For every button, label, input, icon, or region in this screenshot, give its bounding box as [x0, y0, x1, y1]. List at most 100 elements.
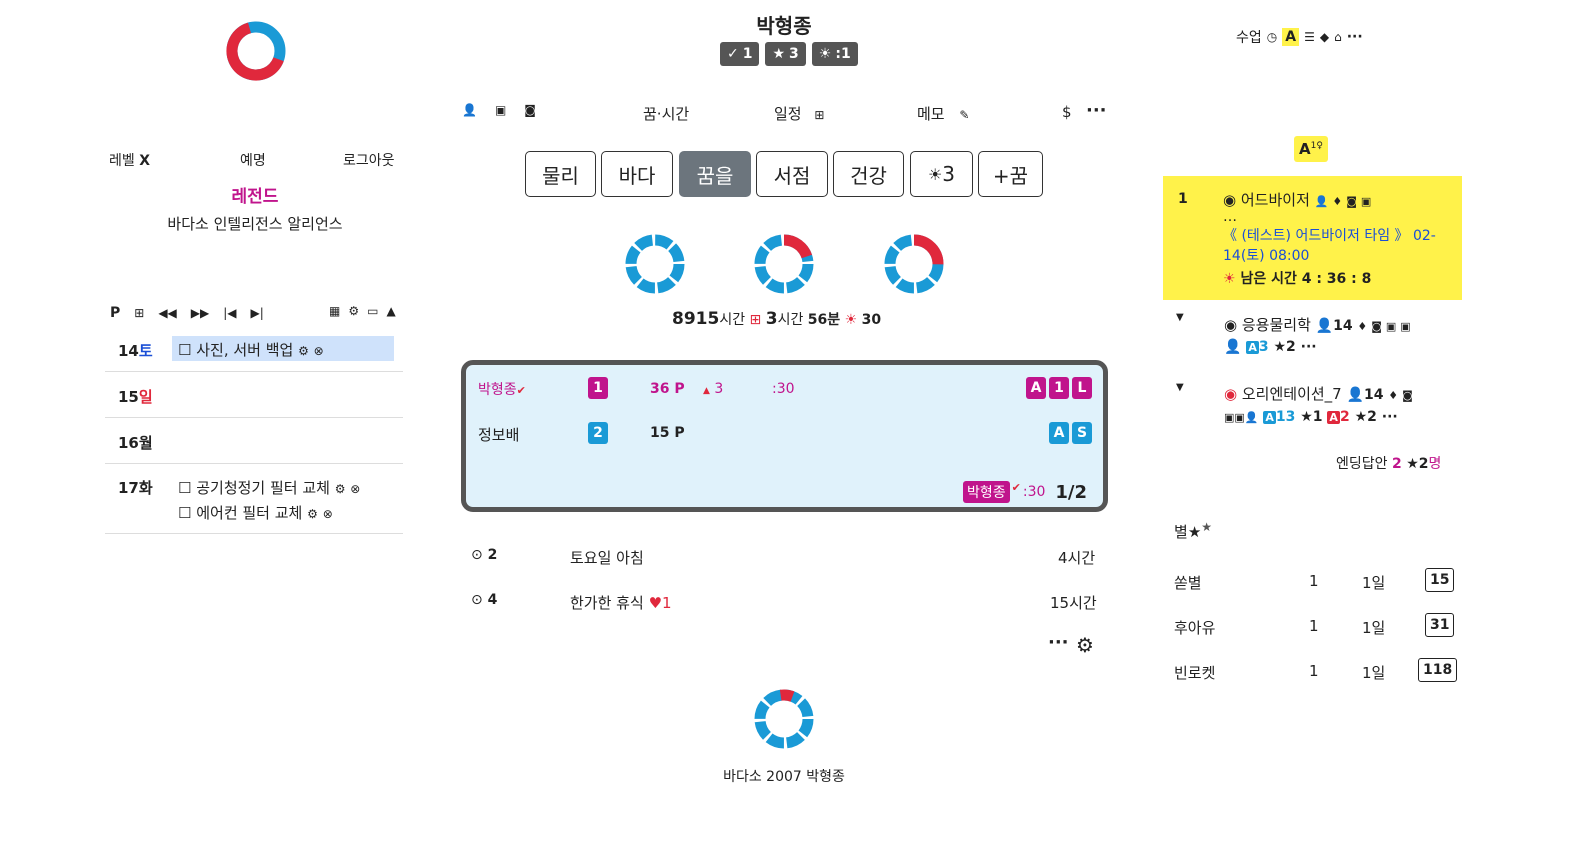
course-icons: ♦◙ — [1388, 389, 1417, 402]
progress-donut — [884, 234, 944, 294]
grade-badge[interactable]: A — [1282, 28, 1300, 46]
people-icon: 👤 — [1346, 387, 1364, 403]
tab-bookstore[interactable]: 서점 — [756, 151, 828, 197]
rank-label: 레전드 — [231, 187, 279, 207]
advisor-card[interactable]: 1 ◉ 어드바이저 👤♦◙▣ … 《 (테스트) 어드바이저 타임 》 02-1… — [1163, 176, 1462, 300]
tab-add-dream[interactable]: +꿈 — [978, 151, 1043, 197]
tag-badge: A — [1026, 377, 1046, 399]
rank-badge: 1 — [588, 377, 608, 399]
ending-answers[interactable]: 엔딩답안 2 ★2명 — [1336, 453, 1441, 473]
a-mini-badge: A — [1263, 411, 1276, 424]
more-button[interactable]: ··· — [1048, 632, 1069, 653]
user-name: 박형종 — [756, 14, 812, 38]
course-stats: ▣▣👤 A 13 ★1 A2 ★2 ··· — [1224, 409, 1398, 425]
course-icons: ♦◙▣▣ — [1357, 320, 1415, 333]
list-item-title[interactable]: 한가한 휴식 ♥1 — [570, 592, 672, 613]
fast-forward-icon[interactable]: ▶▶ — [191, 307, 209, 319]
class-toolbar: 수업 ◷ A ☰ ◆ ⌂ ··· — [1236, 27, 1363, 47]
spark-icon: ☀ — [818, 46, 832, 62]
rank-badge: 2 — [588, 422, 608, 444]
calendar-grid-icon[interactable]: ▦ — [329, 305, 340, 317]
gear-icon: ⚙ — [298, 344, 309, 358]
course-item[interactable]: ◉ 오리엔테이션_7 👤14 ♦◙ — [1224, 383, 1417, 404]
close-icon: ⊗ — [350, 482, 361, 496]
task-item[interactable]: ☐ 공기청정기 필터 교체 ⚙ ⊗ — [178, 477, 360, 498]
person-icon: 👤 — [1224, 339, 1242, 355]
user-badges: ✓ 1 ★ 3 ☀:1 — [720, 42, 858, 66]
star-icon: ★ — [1406, 456, 1419, 472]
footer-text: 바다소 2007 박형종 — [723, 769, 845, 785]
level-label: 레벨 X — [109, 153, 151, 169]
clock-icon[interactable]: ◷ — [1267, 31, 1277, 43]
class-label: 수업 — [1236, 30, 1262, 46]
verified-icon: ✔ — [1011, 480, 1021, 494]
a-mini-badge: A — [1246, 341, 1259, 354]
add-icon[interactable]: ⊞ — [134, 307, 144, 319]
player-name: 박형종✔ — [478, 382, 526, 398]
a-badge[interactable]: A1♀ — [1294, 136, 1328, 162]
tag-group: A S — [1049, 422, 1092, 444]
dream-time-link[interactable]: 꿈·시간 — [643, 103, 689, 124]
stars-title: 별★★ — [1174, 520, 1213, 541]
star-icon: ★ — [1201, 520, 1213, 534]
table-row-name: 빈로켓 — [1174, 664, 1216, 682]
table-row-name: 후아유 — [1174, 619, 1216, 637]
gear-icon[interactable]: ⚙ — [1076, 633, 1094, 657]
count-box: 118 — [1418, 658, 1458, 682]
tab-spark[interactable]: ☀ 3 — [910, 151, 973, 197]
stats-line: 8915시간 ⊞ 3시간 56분 ☀ 30 — [672, 309, 882, 329]
course-item[interactable]: ◉ 응용물리학 👤14 ♦◙▣▣ — [1224, 314, 1415, 335]
schedule-link[interactable]: 일정 ⊞ — [774, 103, 824, 124]
day-17: 17화 — [118, 479, 153, 497]
list-item-title[interactable]: 토요일 아침 — [570, 547, 644, 568]
home-icon[interactable]: ⌂ — [1334, 31, 1342, 43]
add-icon: ⊞ — [814, 108, 825, 122]
list-icon[interactable]: ☰ — [1304, 31, 1315, 43]
collapse-up-icon[interactable]: ▲ — [386, 305, 395, 317]
dollar-link[interactable]: $ — [1062, 103, 1072, 121]
tag-icon[interactable]: ◆ — [1320, 31, 1329, 43]
tab-sea[interactable]: 바다 — [601, 151, 673, 197]
advisor-session: 《 (테스트) 어드바이저 타임 》 02-14(토) 08:00 — [1223, 228, 1436, 264]
footer-donut — [754, 689, 814, 749]
check-icon: ✓ — [727, 46, 739, 62]
more-button[interactable]: ··· — [1347, 29, 1363, 45]
eye-icon: ◉ — [1224, 385, 1238, 403]
people-icon: 👤 — [1315, 318, 1334, 334]
caret-icon[interactable]: ▼ — [1176, 382, 1184, 393]
logout-link[interactable]: 로그아웃 — [343, 150, 395, 170]
gear-icon: ⚙ — [307, 507, 318, 521]
skip-back-icon[interactable]: |◀ — [223, 307, 236, 319]
task-item[interactable]: ☐ 사진, 서버 백업 ⚙ ⊗ — [172, 336, 394, 361]
spark-badge: ☀:1 — [811, 42, 858, 66]
page-indicator: 1/2 — [1055, 481, 1088, 503]
camera-icon[interactable]: ◙ — [524, 104, 536, 116]
star-icon: ★ — [1354, 409, 1368, 425]
progress-donut — [754, 234, 814, 294]
star-icon: ★ — [772, 46, 786, 62]
tab-dream[interactable]: 꿈을 — [679, 151, 751, 197]
score-board: 박형종✔ 1 36 P ▲ 3 :30 A 1 L 정보배 2 15 P A S… — [461, 360, 1108, 512]
tab-physics[interactable]: 물리 — [525, 151, 596, 197]
caret-icon[interactable]: ▼ — [1176, 312, 1184, 323]
spark-icon: ☀ — [844, 312, 858, 328]
tab-health[interactable]: 건강 — [833, 151, 904, 197]
tag-badge: A — [1049, 422, 1069, 444]
tag-badge: S — [1072, 422, 1092, 444]
star-badge: ★ 3 — [765, 42, 806, 66]
rewind-icon[interactable]: ◀◀ — [158, 307, 176, 319]
eye-icon: ◉ — [1224, 316, 1238, 334]
memo-link[interactable]: 메모 ✎ — [917, 103, 969, 124]
contact-icon[interactable]: ▣ — [495, 104, 506, 116]
add-icon: ⊞ — [749, 312, 762, 328]
spark-icon: ☀ — [927, 164, 943, 184]
task-item[interactable]: ☐ 에어컨 필터 교체 ⚙ ⊗ — [178, 502, 333, 523]
gear-icon[interactable]: ⚙ — [348, 305, 359, 317]
more-menu-button[interactable]: ··· — [1086, 100, 1107, 121]
calendar-p-label: P — [110, 305, 121, 321]
verified-icon: ✔ — [516, 384, 526, 397]
skip-forward-icon[interactable]: ▶| — [251, 307, 264, 319]
window-icon[interactable]: ▭ — [367, 305, 378, 317]
person-icon[interactable]: 👤 — [462, 104, 477, 116]
nickname-link[interactable]: 예명 — [240, 150, 266, 170]
